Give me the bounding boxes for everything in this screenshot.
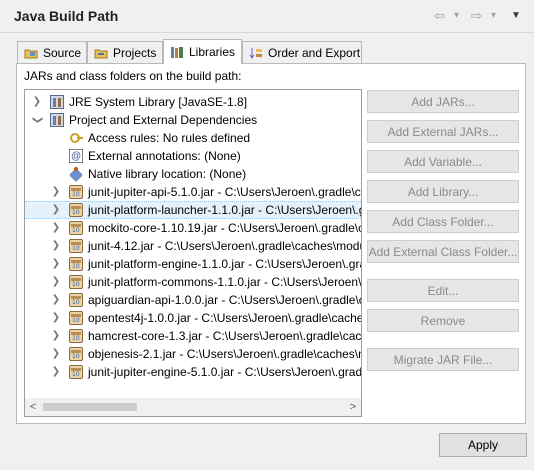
view-menu-icon[interactable]: ▼ (511, 10, 521, 21)
tree-node-label: Access rules: No rules defined (88, 131, 251, 145)
tree-node-label: junit-platform-commons-1.1.0.jar - C:\Us… (88, 275, 361, 289)
tree-node-label: Project and External Dependencies (69, 113, 258, 127)
tab-order-and-export[interactable]: Order and Export (242, 41, 362, 63)
tree-node-label: junit-jupiter-api-5.1.0.jar - C:\Users\J… (88, 185, 361, 199)
tree-node-access-rules[interactable]: Access rules: No rules defined (25, 129, 361, 147)
tree-node-label: hamcrest-core-1.3.jar - C:\Users\Jeroen\… (88, 329, 361, 343)
jar-icon (69, 203, 83, 217)
jar-icon (69, 293, 83, 307)
jar-icon (69, 185, 83, 199)
remove-button[interactable]: Remove (367, 309, 519, 332)
expand-arrow-icon[interactable]: ❯ (50, 202, 62, 218)
annotations-icon (69, 148, 83, 165)
tree-node-label: junit-platform-launcher-1.1.0.jar - C:\U… (88, 203, 361, 217)
expand-arrow-icon[interactable]: ❯ (50, 363, 62, 381)
jar-icon (69, 275, 83, 289)
tree-node-label: JRE System Library [JavaSE-1.8] (69, 95, 248, 109)
tab-libraries-label: Libraries (189, 45, 236, 59)
library-icon (50, 113, 64, 127)
tree-node-label: External annotations: (None) (88, 149, 241, 163)
tree-node-jar[interactable]: ❯ opentest4j-1.0.0.jar - C:\Users\Jeroen… (25, 309, 361, 327)
tree-node-label: junit-platform-engine-1.1.0.jar - C:\Use… (88, 257, 361, 271)
tab-source-label: Source (43, 45, 82, 60)
tree-node-label: opentest4j-1.0.0.jar - C:\Users\Jeroen\.… (88, 311, 361, 325)
access-rules-icon (69, 131, 83, 145)
scroll-left-icon[interactable]: < (25, 399, 41, 415)
tree-node-external-annotations[interactable]: External annotations: (None) (25, 147, 361, 165)
scroll-right-icon[interactable]: > (345, 399, 361, 415)
page-title: Java Build Path (14, 8, 119, 24)
expand-arrow-icon[interactable]: ❯ (50, 183, 62, 201)
order-export-icon (249, 46, 263, 60)
tree-node-label: mockito-core-1.10.19.jar - C:\Users\Jero… (88, 221, 361, 235)
tab-projects-label: Projects (113, 45, 157, 60)
add-external-class-folder-button[interactable]: Add External Class Folder... (367, 240, 519, 263)
forward-history-dropdown-icon[interactable]: ▾ (491, 10, 496, 21)
tree-node-jar[interactable]: ❯ junit-platform-commons-1.1.0.jar - C:\… (25, 273, 361, 291)
build-path-description: JARs and class folders on the build path… (24, 69, 242, 83)
add-external-jars-button[interactable]: Add External JARs... (367, 120, 519, 143)
jar-icon (69, 221, 83, 235)
build-path-tree[interactable]: ❯ JRE System Library [JavaSE-1.8] ❯ Proj… (24, 89, 362, 417)
jar-icon (69, 311, 83, 325)
tree-node-native-library[interactable]: Native library location: (None) (25, 165, 361, 183)
add-class-folder-button[interactable]: Add Class Folder... (367, 210, 519, 233)
expand-arrow-icon[interactable]: ❯ (50, 345, 62, 363)
add-library-button[interactable]: Add Library... (367, 180, 519, 203)
tree-node-label: Native library location: (None) (88, 167, 247, 181)
source-folder-icon (24, 46, 38, 60)
expand-arrow-icon[interactable]: ❯ (50, 255, 62, 273)
tab-source[interactable]: Source (17, 41, 87, 63)
projects-folder-icon (94, 46, 108, 60)
scrollbar-thumb[interactable] (43, 403, 137, 411)
tree-node-project-dependencies[interactable]: ❯ Project and External Dependencies (25, 111, 361, 129)
tree-node-label: apiguardian-api-1.0.0.jar - C:\Users\Jer… (88, 293, 361, 307)
library-icon (50, 95, 64, 109)
add-variable-button[interactable]: Add Variable... (367, 150, 519, 173)
expand-arrow-icon[interactable]: ❯ (31, 93, 43, 111)
tab-projects[interactable]: Projects (87, 41, 163, 63)
jar-icon (69, 329, 83, 343)
expand-arrow-icon[interactable]: ❯ (50, 273, 62, 291)
tree-node-jre-system-library[interactable]: ❯ JRE System Library [JavaSE-1.8] (25, 93, 361, 111)
jar-icon (69, 239, 83, 253)
tree-node-jar[interactable]: ❯ apiguardian-api-1.0.0.jar - C:\Users\J… (25, 291, 361, 309)
tab-order-and-export-label: Order and Export (268, 45, 361, 60)
tree-node-jar[interactable]: ❯ objenesis-2.1.jar - C:\Users\Jeroen\.g… (25, 345, 361, 363)
tree-node-jar[interactable]: ❯ junit-4.12.jar - C:\Users\Jeroen\.grad… (25, 237, 361, 255)
tab-libraries[interactable]: Libraries (163, 39, 242, 64)
tree-node-jar[interactable]: ❯ junit-jupiter-engine-5.1.0.jar - C:\Us… (25, 363, 361, 381)
back-arrow-icon[interactable]: ⇦ (434, 8, 445, 24)
jar-icon (69, 365, 83, 379)
tree-node-label: objenesis-2.1.jar - C:\Users\Jeroen\.gra… (88, 347, 361, 361)
edit-button[interactable]: Edit... (367, 279, 519, 302)
native-library-icon (69, 167, 83, 181)
expand-arrow-icon[interactable]: ❯ (50, 327, 62, 345)
horizontal-scrollbar[interactable]: < > (25, 398, 361, 416)
expand-arrow-icon[interactable]: ❯ (50, 237, 62, 255)
tree-node-jar[interactable]: ❯ mockito-core-1.10.19.jar - C:\Users\Je… (25, 219, 361, 237)
tree-node-label: junit-jupiter-engine-5.1.0.jar - C:\User… (88, 365, 361, 379)
apply-button[interactable]: Apply (439, 433, 527, 457)
tree-node-jar-selected[interactable]: ❯ junit-platform-launcher-1.1.0.jar - C:… (25, 201, 361, 219)
jar-icon (69, 257, 83, 271)
tree-node-jar[interactable]: ❯ junit-platform-engine-1.1.0.jar - C:\U… (25, 255, 361, 273)
expand-arrow-icon[interactable]: ❯ (50, 291, 62, 309)
migrate-jar-file-button[interactable]: Migrate JAR File... (367, 348, 519, 371)
tree-node-label: junit-4.12.jar - C:\Users\Jeroen\.gradle… (88, 239, 361, 253)
forward-arrow-icon[interactable]: ⇨ (471, 8, 482, 24)
header-divider (0, 32, 534, 33)
jar-icon (69, 347, 83, 361)
expand-arrow-icon[interactable]: ❯ (50, 309, 62, 327)
back-history-dropdown-icon[interactable]: ▾ (454, 10, 459, 21)
tree-node-jar[interactable]: ❯ junit-jupiter-api-5.1.0.jar - C:\Users… (25, 183, 361, 201)
expand-arrow-icon[interactable]: ❯ (50, 219, 62, 237)
add-jars-button[interactable]: Add JARs... (367, 90, 519, 113)
collapse-arrow-icon[interactable]: ❯ (28, 114, 46, 126)
libraries-icon (170, 45, 184, 59)
tree-node-jar[interactable]: ❯ hamcrest-core-1.3.jar - C:\Users\Jeroe… (25, 327, 361, 345)
